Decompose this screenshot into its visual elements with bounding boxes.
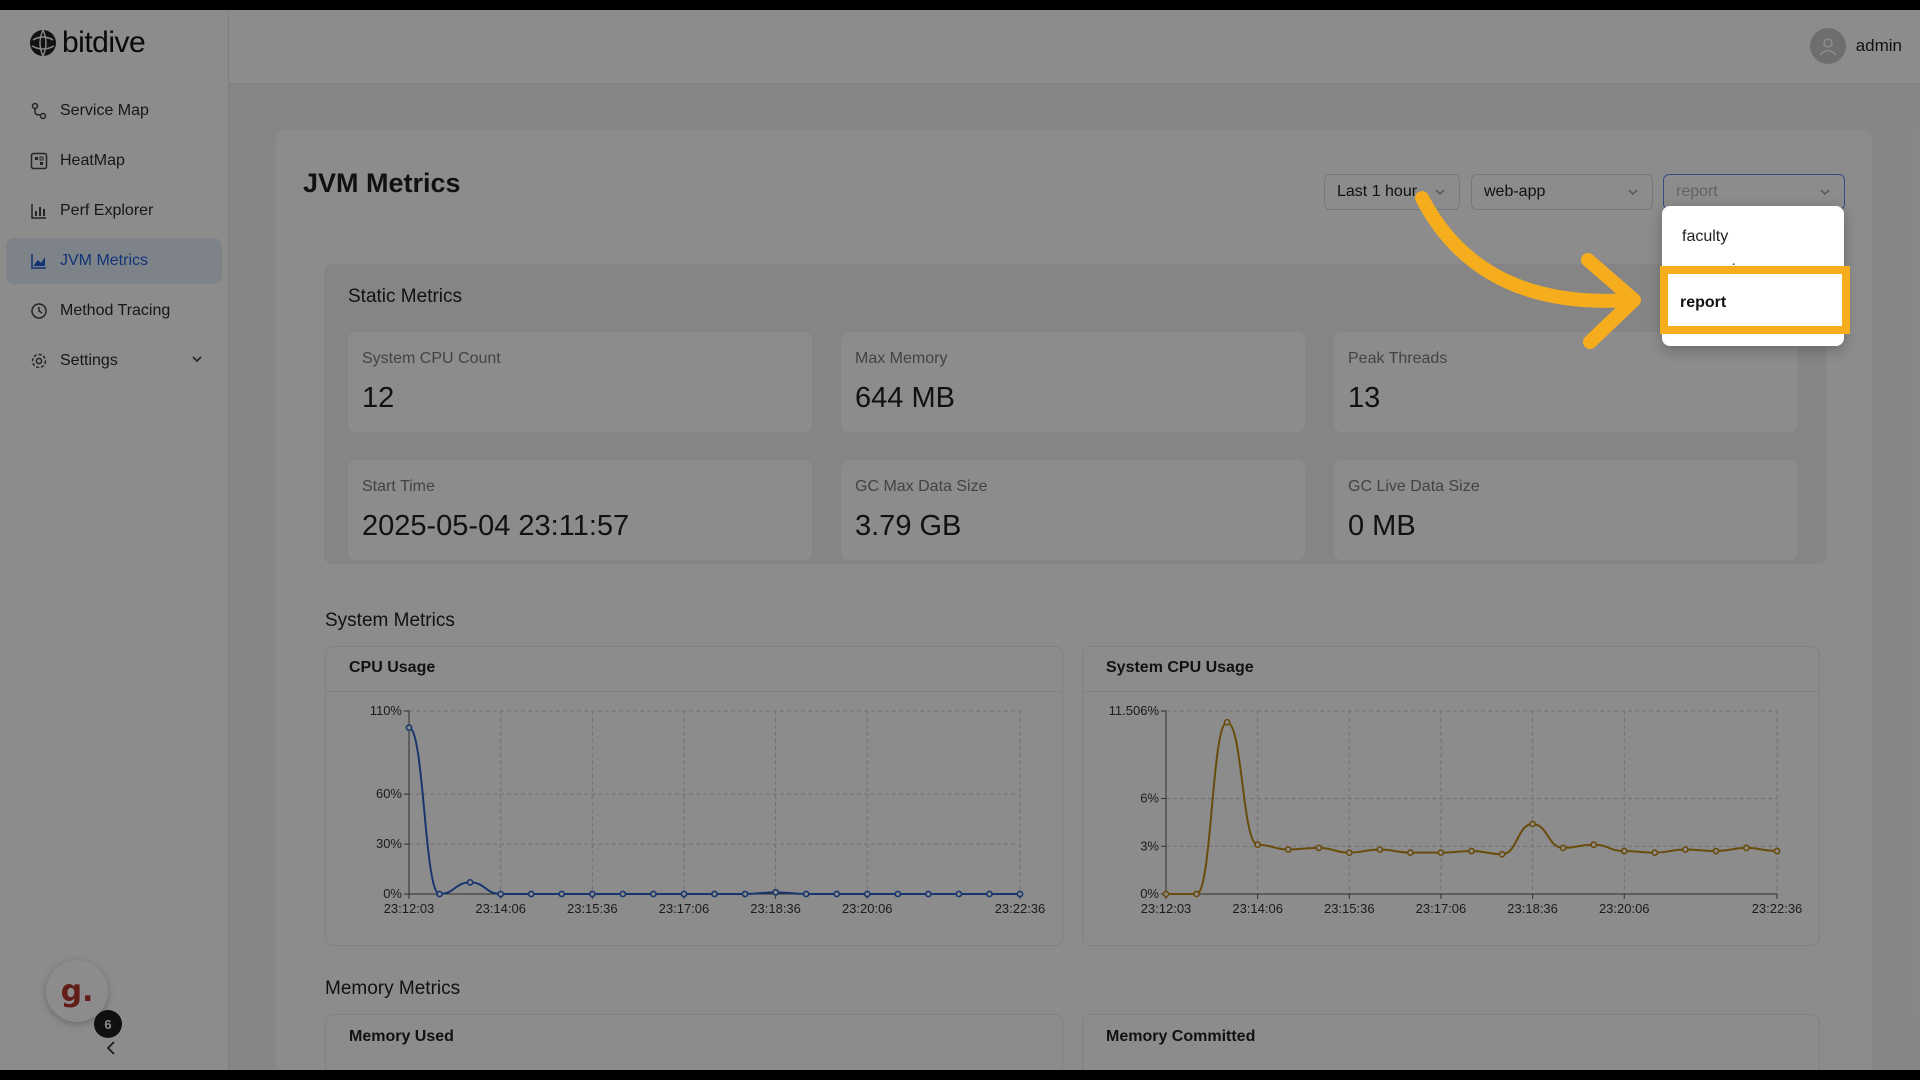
dropdown-option-faculty[interactable]: faculty: [1682, 228, 1728, 246]
dropdown-option-report: report: [1680, 294, 1727, 311]
overlay-dim: [0, 10, 1920, 1070]
highlighted-option-report[interactable]: report: [1660, 266, 1850, 334]
